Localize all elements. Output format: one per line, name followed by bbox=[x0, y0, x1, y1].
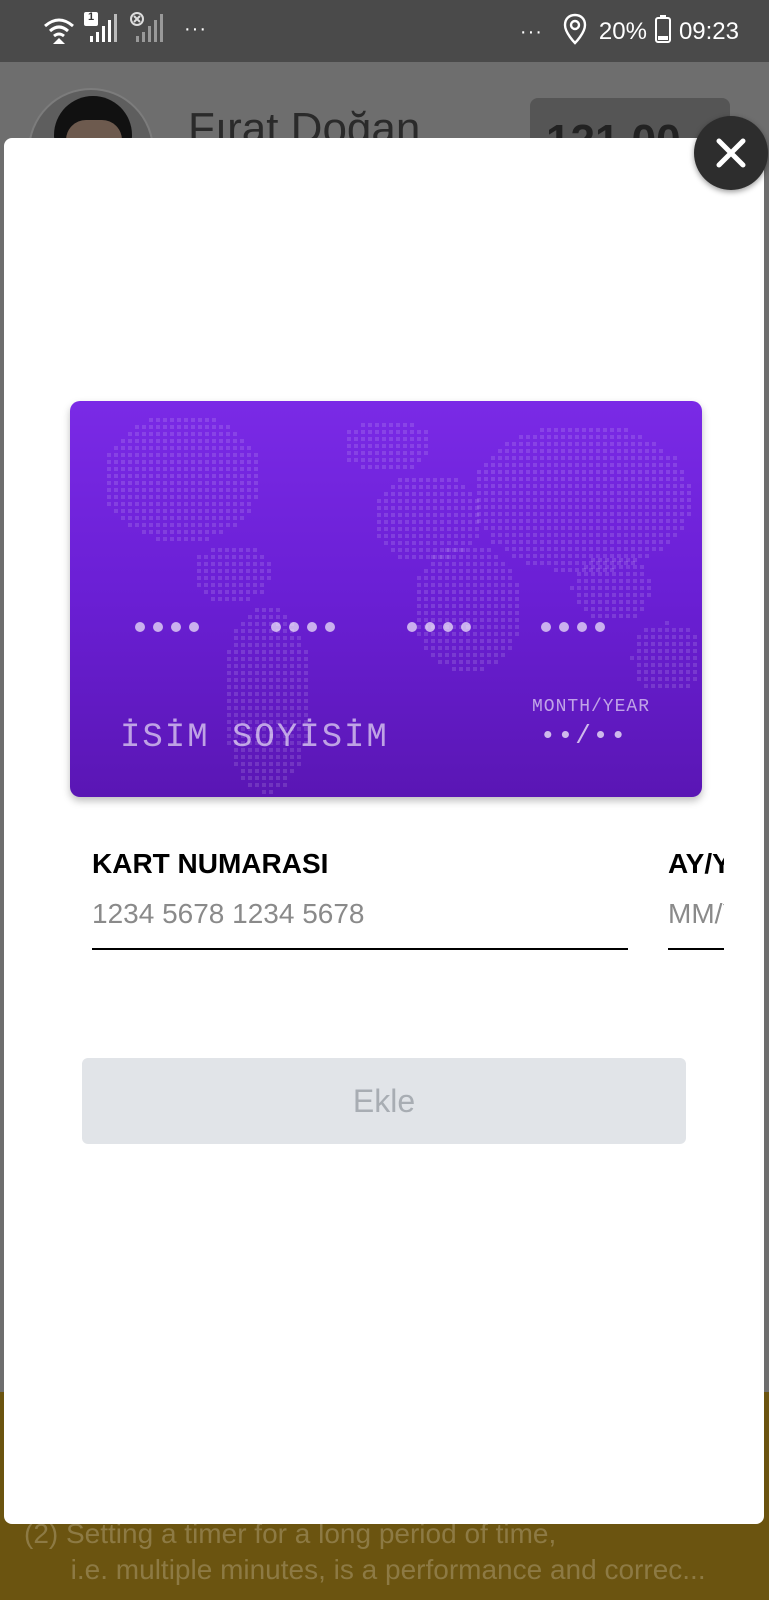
battery-percent: 20% bbox=[598, 18, 647, 45]
card-holder-name: İSİM SOYİSİM bbox=[120, 719, 389, 757]
clock: 09:23 bbox=[678, 18, 739, 45]
card-number-label: KART NUMARASI bbox=[92, 848, 329, 879]
expiry-input[interactable] bbox=[668, 898, 724, 950]
expiry-label: AY/YIL bbox=[668, 848, 724, 879]
card-number-input[interactable] bbox=[92, 898, 628, 950]
status-more-right: ··· bbox=[519, 20, 543, 43]
card-number-display bbox=[135, 622, 605, 632]
status-more-left: ··· bbox=[184, 18, 207, 40]
card-expiry-value: ••/•• bbox=[540, 721, 629, 751]
card-expiry-label: MONTH/YEAR bbox=[532, 697, 651, 717]
close-icon bbox=[716, 138, 746, 168]
signal-off-icon bbox=[130, 12, 164, 49]
add-button[interactable]: Ekle bbox=[82, 1058, 686, 1144]
sim-badge: 1 bbox=[88, 11, 95, 23]
status-bar: 1 ··· ··· 20% 09:23 bbox=[0, 0, 769, 62]
close-button[interactable] bbox=[694, 116, 768, 190]
status-right: ··· 20% 09:23 bbox=[519, 13, 739, 52]
credit-card-preview: İSİM SOYİSİM MONTH/YEAR ••/•• bbox=[70, 401, 702, 797]
battery-icon bbox=[654, 14, 671, 50]
wifi-icon bbox=[42, 14, 76, 51]
info-banner-text: (2) Setting a timer for a long period of… bbox=[24, 1518, 706, 1585]
location-icon bbox=[563, 13, 587, 52]
add-card-modal: İSİM SOYİSİM MONTH/YEAR ••/•• KART NUMAR… bbox=[4, 138, 764, 1524]
